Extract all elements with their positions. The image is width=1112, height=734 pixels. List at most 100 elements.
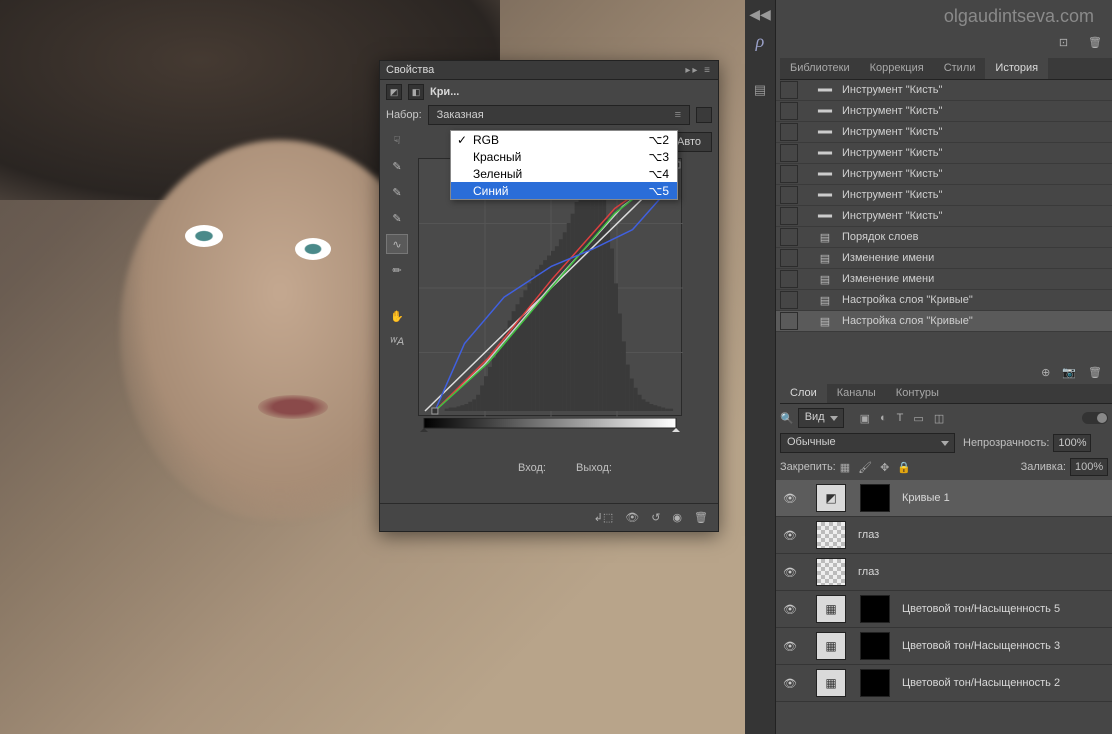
tab-libraries[interactable]: Библиотеки bbox=[780, 58, 860, 79]
preset-checkbox[interactable] bbox=[696, 107, 712, 123]
snapshot-icon[interactable]: 📷 bbox=[1062, 366, 1076, 379]
properties-header[interactable]: Свойства ▸▸ ≡ bbox=[380, 61, 718, 80]
history-snapshot-checkbox[interactable] bbox=[780, 165, 798, 183]
tab-styles[interactable]: Стили bbox=[934, 58, 986, 79]
history-item[interactable]: Инструмент "Кисть" bbox=[776, 143, 1112, 164]
reset-icon[interactable]: ↺ bbox=[651, 511, 660, 524]
trash-icon[interactable]: 🗑 bbox=[694, 511, 708, 524]
history-item[interactable]: ▤Изменение имени bbox=[776, 269, 1112, 290]
filter-type-icon[interactable]: T bbox=[897, 412, 904, 425]
filter-smart-icon[interactable]: ◫ bbox=[934, 412, 944, 425]
paragraph-panel-icon[interactable]: ρ bbox=[745, 31, 775, 52]
channel-option-rgb[interactable]: ✓ RGB ⌥2 bbox=[451, 131, 677, 148]
new-doc-icon[interactable]: ⊡ bbox=[1059, 36, 1068, 49]
mask-thumb[interactable] bbox=[860, 669, 890, 697]
history-item[interactable]: ▤Настройка слоя "Кривые" bbox=[776, 311, 1112, 332]
layer-name[interactable]: Цветовой тон/Насыщенность 3 bbox=[902, 640, 1060, 652]
hand-tool-icon[interactable]: ✋ bbox=[386, 306, 408, 326]
white-point-handle[interactable] bbox=[672, 428, 680, 432]
eyedropper-gray-icon[interactable]: ✎ bbox=[386, 182, 408, 202]
history-snapshot-checkbox[interactable] bbox=[780, 228, 798, 246]
visibility-toggle[interactable]: 👁 bbox=[776, 677, 804, 690]
visibility-toggle[interactable]: 👁 bbox=[776, 529, 804, 542]
layer-row[interactable]: 👁 ▦ Цветовой тон/Насыщенность 5 bbox=[776, 591, 1112, 628]
filter-shape-icon[interactable]: ▭ bbox=[913, 412, 923, 425]
filter-type-dropdown[interactable]: Вид bbox=[798, 408, 844, 428]
tab-adjustments[interactable]: Коррекция bbox=[860, 58, 934, 79]
mask-thumb[interactable] bbox=[860, 632, 890, 660]
mask-thumb[interactable] bbox=[860, 595, 890, 623]
lock-position-icon[interactable]: ✥ bbox=[880, 461, 889, 474]
history-item[interactable]: Инструмент "Кисть" bbox=[776, 206, 1112, 227]
history-snapshot-checkbox[interactable] bbox=[780, 207, 798, 225]
filter-toggle[interactable] bbox=[1082, 412, 1108, 424]
visibility-icon[interactable]: 👁 bbox=[625, 511, 639, 524]
clip-icon[interactable]: ↲⬚ bbox=[594, 511, 614, 524]
layer-row[interactable]: 👁 ▦ Цветовой тон/Насыщенность 3 bbox=[776, 628, 1112, 665]
opacity-value[interactable]: 100% bbox=[1053, 434, 1091, 452]
history-snapshot-checkbox[interactable] bbox=[780, 312, 798, 330]
layer-thumb[interactable] bbox=[816, 521, 846, 549]
visibility-toggle[interactable]: 👁 bbox=[776, 566, 804, 579]
history-item[interactable]: Инструмент "Кисть" bbox=[776, 101, 1112, 122]
history-snapshot-checkbox[interactable] bbox=[780, 144, 798, 162]
channel-option-blue[interactable]: Синий ⌥5 bbox=[451, 182, 677, 199]
layer-name[interactable]: Цветовой тон/Насыщенность 2 bbox=[902, 677, 1060, 689]
on-image-tool-icon[interactable]: ☟ bbox=[386, 130, 408, 150]
eyedropper-black-icon[interactable]: ✎ bbox=[386, 208, 408, 228]
fill-value[interactable]: 100% bbox=[1070, 458, 1108, 476]
blend-mode-dropdown[interactable]: Обычные bbox=[780, 433, 955, 453]
input-slider[interactable] bbox=[418, 418, 682, 432]
history-snapshot-checkbox[interactable] bbox=[780, 270, 798, 288]
adjustment-thumb[interactable]: ◩ bbox=[816, 484, 846, 512]
history-item[interactable]: Инструмент "Кисть" bbox=[776, 185, 1112, 206]
history-snapshot-checkbox[interactable] bbox=[780, 123, 798, 141]
filter-pixel-icon[interactable]: ▣ bbox=[860, 412, 870, 425]
history-snapshot-checkbox[interactable] bbox=[780, 186, 798, 204]
filter-adjust-icon[interactable]: ◐ bbox=[880, 412, 887, 425]
panel-icon[interactable]: ▤ bbox=[745, 82, 775, 98]
black-point-handle[interactable] bbox=[420, 428, 428, 432]
tab-paths[interactable]: Контуры bbox=[886, 384, 949, 403]
lock-all-icon[interactable]: 🔒 bbox=[897, 461, 911, 474]
history-snapshot-checkbox[interactable] bbox=[780, 81, 798, 99]
curve-tool-icon[interactable]: ∿ bbox=[386, 234, 408, 254]
tab-layers[interactable]: Слои bbox=[780, 384, 827, 403]
layer-name[interactable]: Кривые 1 bbox=[902, 492, 950, 504]
trash-icon[interactable]: 🗑 bbox=[1088, 366, 1102, 379]
history-item[interactable]: ▤Порядок слоев bbox=[776, 227, 1112, 248]
history-item[interactable]: Инструмент "Кисть" bbox=[776, 122, 1112, 143]
visibility-toggle[interactable]: 👁 bbox=[776, 603, 804, 616]
eyedropper-white-icon[interactable]: ✎ bbox=[386, 156, 408, 176]
layer-name[interactable]: Цветовой тон/Насыщенность 5 bbox=[902, 603, 1060, 615]
adjustment-thumb[interactable]: ▦ bbox=[816, 632, 846, 660]
mask-thumb[interactable] bbox=[860, 484, 890, 512]
layer-thumb[interactable] bbox=[816, 558, 846, 586]
layer-row[interactable]: 👁 глаз bbox=[776, 554, 1112, 591]
tab-channels[interactable]: Каналы bbox=[827, 384, 886, 403]
history-item[interactable]: Инструмент "Кисть" bbox=[776, 80, 1112, 101]
lock-transparency-icon[interactable]: ▦ bbox=[840, 461, 850, 474]
channel-option-red[interactable]: Красный ⌥3 bbox=[451, 148, 677, 165]
layer-name[interactable]: глаз bbox=[858, 529, 879, 541]
panel-menu-icon[interactable]: ▸▸ ≡ bbox=[685, 65, 712, 76]
text-tool-icon[interactable]: ᵂA bbox=[386, 332, 408, 352]
visibility-toggle[interactable]: 👁 bbox=[776, 492, 804, 505]
adjustment-thumb[interactable]: ▦ bbox=[816, 595, 846, 623]
preview-icon[interactable]: ◉ bbox=[672, 511, 682, 524]
history-snapshot-checkbox[interactable] bbox=[780, 102, 798, 120]
layer-row[interactable]: 👁 ◩ Кривые 1 bbox=[776, 480, 1112, 517]
history-item[interactable]: ▤Настройка слоя "Кривые" bbox=[776, 290, 1112, 311]
tab-history[interactable]: История bbox=[985, 58, 1048, 79]
channel-option-green[interactable]: Зеленый ⌥4 bbox=[451, 165, 677, 182]
layer-row[interactable]: 👁 глаз bbox=[776, 517, 1112, 554]
pencil-tool-icon[interactable]: ✏ bbox=[386, 260, 408, 280]
history-snapshot-checkbox[interactable] bbox=[780, 249, 798, 267]
layer-name[interactable]: глаз bbox=[858, 566, 879, 578]
expand-dock-icon[interactable]: ◀◀ bbox=[745, 6, 775, 23]
adjustment-thumb[interactable]: ▦ bbox=[816, 669, 846, 697]
history-item[interactable]: Инструмент "Кисть" bbox=[776, 164, 1112, 185]
history-snapshot-checkbox[interactable] bbox=[780, 291, 798, 309]
history-item[interactable]: ▤Изменение имени bbox=[776, 248, 1112, 269]
visibility-toggle[interactable]: 👁 bbox=[776, 640, 804, 653]
